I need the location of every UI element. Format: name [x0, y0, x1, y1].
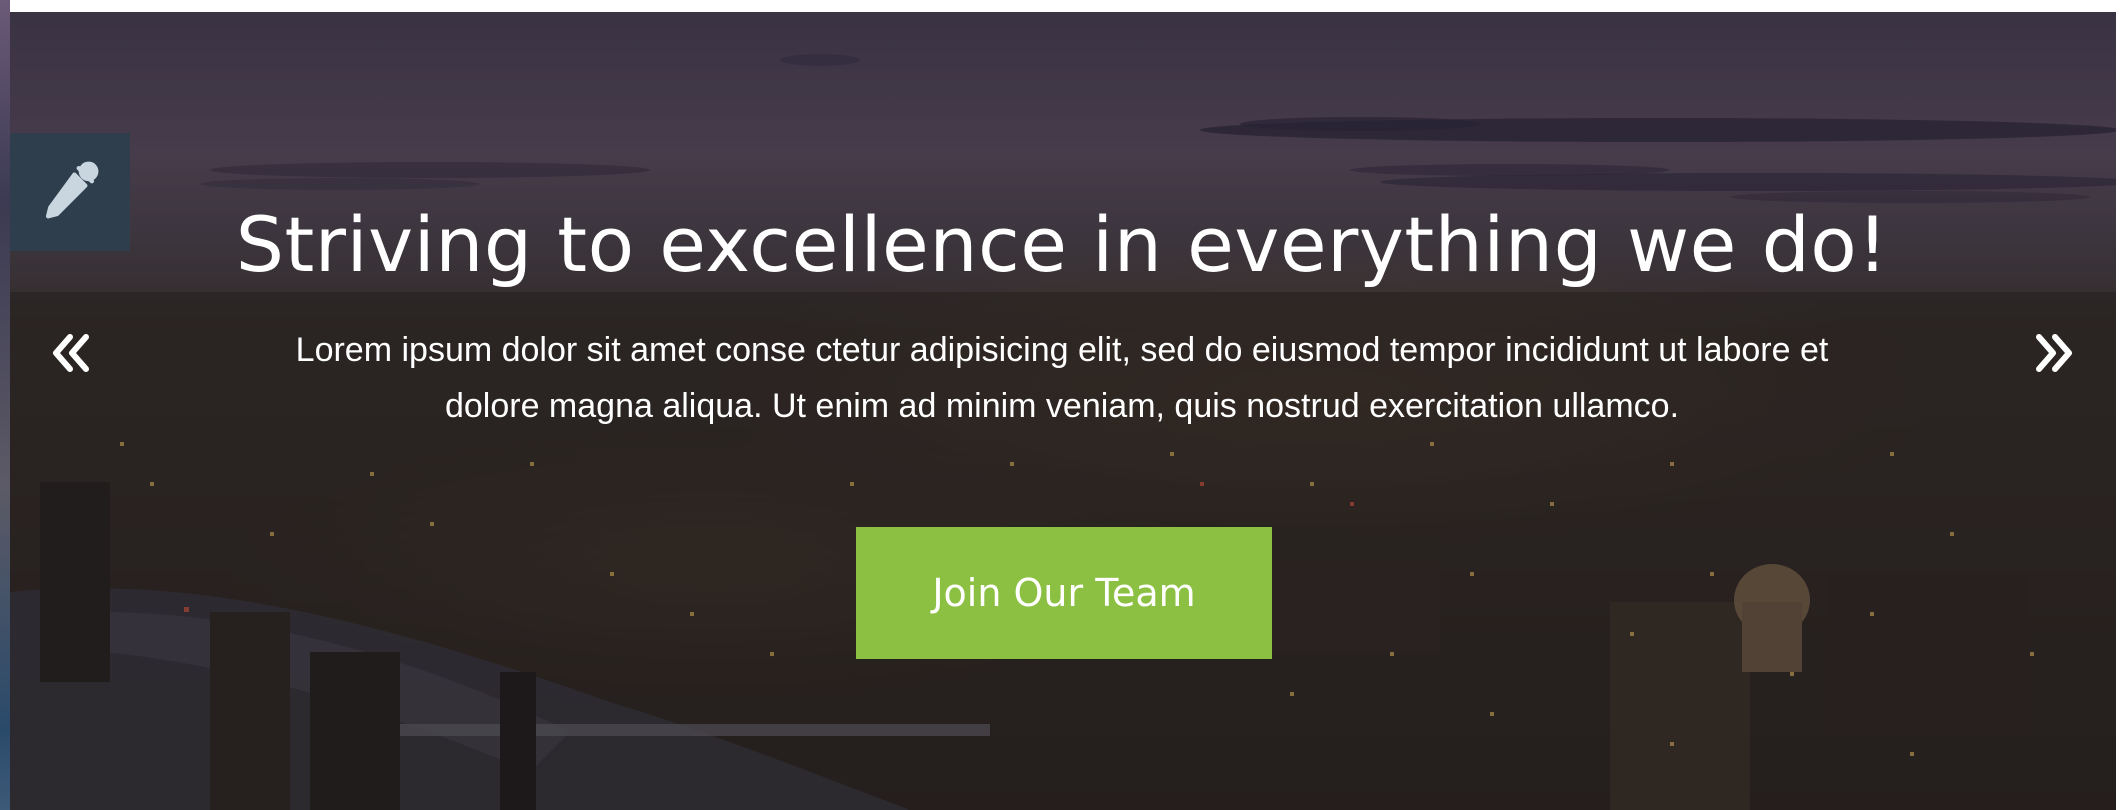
hero-description: Lorem ipsum dolor sit amet conse ctetur …: [295, 331, 1829, 425]
hero-title: Striving to excellence in everything we …: [235, 200, 1889, 289]
slider-prev-button[interactable]: [45, 330, 95, 380]
slider-next-button[interactable]: [2030, 330, 2080, 380]
color-picker-toggle[interactable]: [10, 133, 130, 251]
eyedropper-icon: [35, 155, 105, 230]
double-chevron-right-icon: [2033, 331, 2077, 380]
left-edge-strip: [0, 0, 10, 810]
join-our-team-button[interactable]: Join Our Team: [856, 527, 1272, 659]
double-chevron-left-icon: [48, 331, 92, 380]
